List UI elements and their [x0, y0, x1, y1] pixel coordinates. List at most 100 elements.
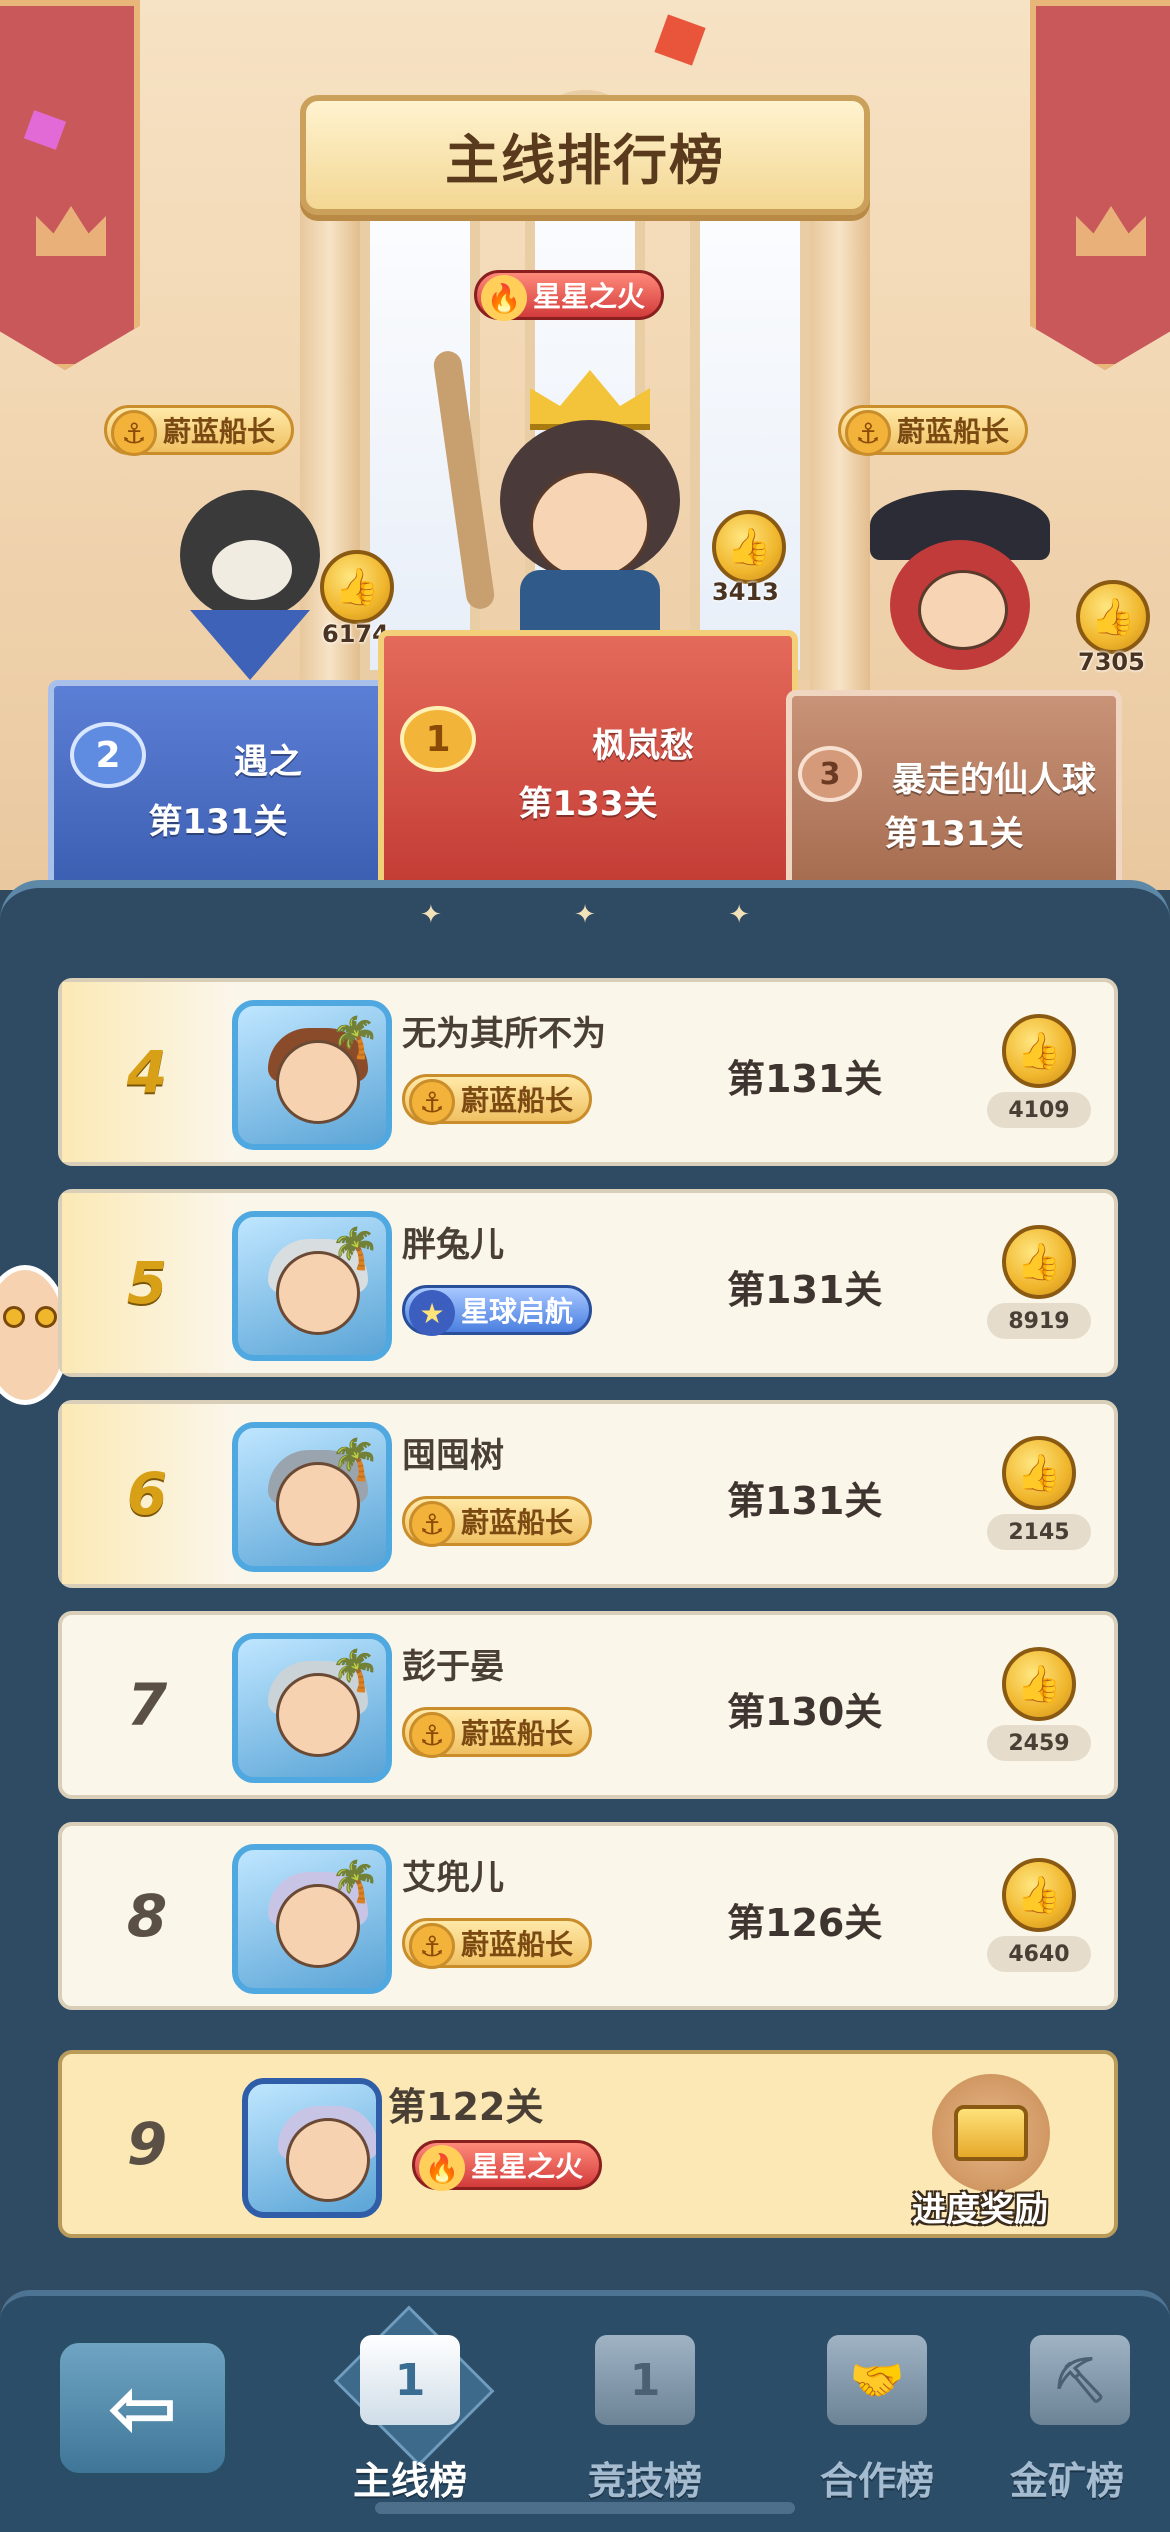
player-name: 彭于晏 [402, 1647, 504, 1687]
player-title-tag: ⚓ 蔚蓝船长 [402, 1074, 593, 1125]
panel-divider: ✦ ✦ ✦ [420, 900, 750, 930]
page-title: 主线排行榜 [445, 128, 725, 192]
rank1-like-button[interactable]: 👍 [712, 510, 786, 584]
player-avatar[interactable]: 🌴 [232, 1000, 392, 1150]
mine-cart-icon: ⛏ [1020, 2320, 1140, 2440]
title-ribbon: 主线排行榜 [300, 95, 870, 215]
anchor-icon: ⚓ [409, 1501, 455, 1547]
like-count: 2459 [987, 1725, 1091, 1761]
home-indicator[interactable] [375, 2502, 795, 2514]
progress-reward-button[interactable] [932, 2074, 1050, 2192]
rank2-name: 遇之 [234, 742, 302, 782]
player-name: 囤囤树 [402, 1436, 504, 1476]
anchor-icon: ⚓ [111, 410, 157, 456]
character-face [918, 570, 1008, 650]
like-count: 4640 [987, 1936, 1091, 1972]
anchor-icon: ⚓ [409, 1923, 455, 1969]
left-banner [0, 0, 140, 370]
rank-number: 5 [62, 1193, 232, 1373]
like-button[interactable]: 👍 [1002, 1858, 1076, 1932]
palm-icon: 🌴 [330, 1437, 380, 1483]
rank-row-4[interactable]: 4 🌴 无为其所不为 ⚓ 蔚蓝船长 第131关 👍 4109 [58, 978, 1118, 1166]
like-count: 2145 [987, 1514, 1091, 1550]
podium-rank3[interactable]: 3 暴走的仙人球 第131关 [786, 690, 1122, 900]
podium-rank1[interactable]: 1 枫岚愁 第133关 [378, 630, 798, 900]
rank-number: 6 [62, 1404, 232, 1584]
player-avatar[interactable]: 🌴 [232, 1422, 392, 1572]
confetti [654, 14, 706, 66]
rank-row-6[interactable]: 6 🌴 囤囤树 ⚓ 蔚蓝船长 第131关 👍 2145 [58, 1400, 1118, 1588]
player-avatar[interactable]: 🌴 [232, 1633, 392, 1783]
player-title-tag: ⚓ 蔚蓝船长 [402, 1918, 593, 1969]
rank-row-5[interactable]: 5 🌴 胖兔儿 ★ 星球启航 第131关 👍 8919 [58, 1189, 1118, 1377]
right-banner [1030, 0, 1170, 370]
tab-main-ranking[interactable]: 1 主线榜 [310, 2310, 510, 2520]
player-title-tag: ⚓ 蔚蓝船长 [402, 1707, 593, 1758]
anchor-icon: ⚓ [409, 1712, 455, 1758]
player-level: 第131关 [727, 1268, 883, 1312]
player-level: 第126关 [727, 1901, 883, 1945]
podium-icon: 1 [350, 2320, 470, 2440]
rank2-level: 第131关 [148, 802, 288, 842]
rank1-title-tag: 🔥 星星之火 [474, 270, 665, 321]
player-title-tag: ★ 星球启航 [402, 1285, 593, 1336]
player-name: 胖兔儿 [402, 1225, 504, 1265]
like-icon: 👍 [1090, 597, 1136, 638]
like-button[interactable]: 👍 [1002, 1647, 1076, 1721]
player-level: 第131关 [727, 1479, 883, 1523]
rank1-like-count: 3413 [712, 578, 779, 606]
anchor-icon: ⚓ [409, 1079, 455, 1125]
player-name: 艾兜儿 [402, 1858, 504, 1898]
like-icon: 👍 [726, 527, 772, 568]
rank-number: 8 [126, 1882, 168, 1950]
like-count: 8919 [987, 1303, 1091, 1339]
palm-icon: 🌴 [330, 1015, 380, 1061]
planet-icon: ★ [409, 1290, 455, 1336]
rank-number: 4 [62, 982, 232, 1162]
rank-row-7[interactable]: 7 🌴 彭于晏 ⚓ 蔚蓝船长 第130关 👍 2459 [58, 1611, 1118, 1799]
progress-reward-label: 进度奖励 [912, 2190, 1048, 2230]
my-rank-row[interactable]: 9 第122关 🔥 星星之火 进度奖励 [58, 2050, 1118, 2238]
anchor-icon: ⚓ [845, 410, 891, 456]
back-button[interactable]: ⇦ [55, 2338, 230, 2478]
tab-goldmine-ranking[interactable]: ⛏ 金矿榜 [970, 2310, 1170, 2520]
my-level: 第122关 [388, 2085, 544, 2129]
player-level: 第130关 [727, 1690, 883, 1734]
tab-arena-ranking[interactable]: 1 竞技榜 [545, 2310, 745, 2520]
rank3-name: 暴走的仙人球 [892, 760, 1096, 800]
player-avatar[interactable]: 🌴 [232, 1844, 392, 1994]
palm-icon: 🌴 [330, 1226, 380, 1272]
rank2-title-tag: ⚓ 蔚蓝船长 [104, 405, 295, 456]
like-button[interactable]: 👍 [1002, 1436, 1076, 1510]
rank1-name: 枫岚愁 [592, 726, 694, 766]
like-icon: 👍 [1016, 1031, 1062, 1072]
like-icon: 👍 [1016, 1453, 1062, 1494]
like-button[interactable]: 👍 [1002, 1225, 1076, 1299]
rank2-like-button[interactable]: 👍 [320, 550, 394, 624]
like-icon: 👍 [1016, 1664, 1062, 1705]
like-icon: 👍 [1016, 1875, 1062, 1916]
like-icon: 👍 [1016, 1242, 1062, 1283]
back-arrow-icon: ⇦ [107, 2359, 178, 2457]
rank3-like-button[interactable]: 👍 [1076, 580, 1150, 654]
character-face [530, 470, 650, 580]
crown-icon [36, 206, 106, 256]
like-count: 4109 [987, 1092, 1091, 1128]
fire-icon: 🔥 [481, 275, 527, 321]
rank-row-8[interactable]: 8 🌴 艾兜儿 ⚓ 蔚蓝船长 第126关 👍 4640 [58, 1822, 1118, 2010]
trophy-icon: 1 [585, 2320, 705, 2440]
my-avatar[interactable] [242, 2078, 382, 2218]
player-avatar[interactable]: 🌴 [232, 1211, 392, 1361]
rank-number: 7 [126, 1671, 168, 1739]
rank3-level: 第131关 [884, 814, 1024, 854]
rank3-character[interactable] [860, 480, 1060, 700]
player-title-tag: ⚓ 蔚蓝船长 [402, 1496, 593, 1547]
rank1-level: 第133关 [518, 784, 658, 824]
treasure-chest-icon [954, 2105, 1028, 2161]
handshake-icon: 🤝 [817, 2320, 937, 2440]
tab-coop-ranking[interactable]: 🤝 合作榜 [777, 2310, 977, 2520]
podium-rank2[interactable]: 2 遇之 第131关 [48, 680, 388, 900]
like-button[interactable]: 👍 [1002, 1014, 1076, 1088]
palm-icon: 🌴 [330, 1859, 380, 1905]
rank1-character[interactable] [470, 370, 710, 630]
